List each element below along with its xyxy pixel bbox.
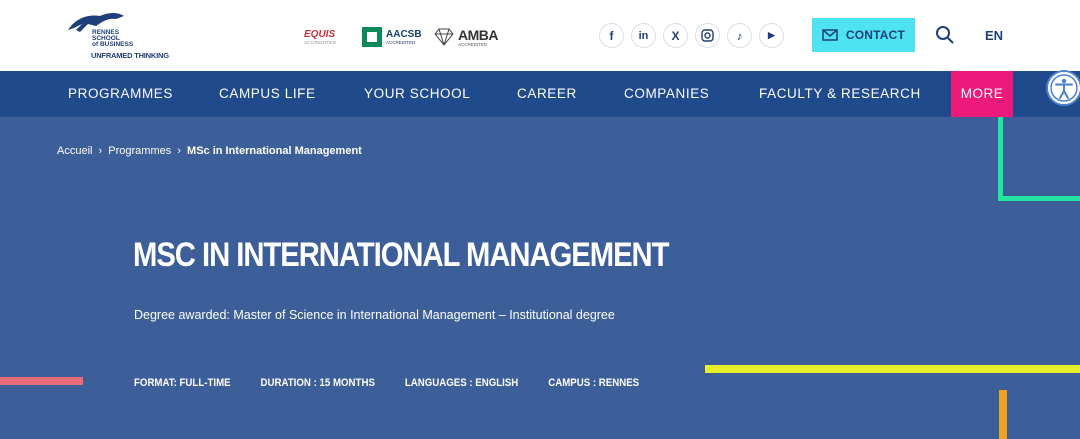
nav-item-your-school[interactable]: YOUR SCHOOL [364, 71, 470, 117]
language-switch[interactable]: EN [985, 28, 1003, 43]
breadcrumb-home-link[interactable]: Accueil [57, 145, 92, 157]
mail-icon [822, 29, 838, 41]
breadcrumb: Accueil › Programmes › MSc in Internatio… [57, 145, 362, 157]
decorative-green-frame [998, 117, 1080, 201]
page-title: MSC IN INTERNATIONAL MANAGEMENT [133, 236, 670, 274]
breadcrumb-current: MSc in International Management [187, 145, 362, 157]
breadcrumb-programmes-link[interactable]: Programmes [108, 145, 171, 157]
search-icon [936, 26, 954, 44]
accessibility-icon [1050, 74, 1078, 102]
logo-tagline: UNFRAMED THINKING [91, 51, 169, 60]
linkedin-icon[interactable]: in [631, 23, 656, 48]
nav-item-programmes[interactable]: PROGRAMMES [68, 71, 173, 117]
logo-wordmark: RENNES SCHOOL of BUSINESS [92, 29, 134, 48]
aacsb-logo-icon [362, 27, 382, 47]
decorative-yellow-line [705, 365, 1080, 373]
x-twitter-icon[interactable]: X [663, 23, 688, 48]
contact-label: CONTACT [845, 28, 906, 42]
contact-button[interactable]: CONTACT [812, 18, 915, 52]
fact-duration: DURATION : 15 MONTHS [260, 377, 375, 389]
breadcrumb-separator: › [177, 145, 181, 157]
amba-label: AMBA [458, 26, 499, 43]
youtube-icon[interactable]: ▶ [759, 23, 784, 48]
equis-sub: ACCREDITED [304, 39, 337, 45]
accessibility-button[interactable] [1046, 70, 1080, 106]
fact-campus: CAMPUS : RENNES [548, 377, 640, 389]
top-header: RENNES SCHOOL of BUSINESS UNFRAMED THINK… [0, 0, 1080, 71]
nav-item-career[interactable]: CAREER [517, 71, 577, 117]
amba-diamond-icon [434, 28, 454, 46]
tiktok-icon[interactable]: ♪ [727, 23, 752, 48]
aacsb-accreditation: AACSB ACCREDITED [362, 24, 422, 50]
main-nav: PROGRAMMES CAMPUS LIFE YOUR SCHOOL CAREE… [0, 71, 1080, 117]
rsb-logo[interactable]: RENNES SCHOOL of BUSINESS UNFRAMED THINK… [66, 10, 169, 62]
fact-languages: LANGUAGES : ENGLISH [404, 377, 519, 389]
equis-accreditation: EQUIS ACCREDITED [304, 24, 336, 50]
amba-accreditation: AMBA ACCREDITED [433, 24, 499, 50]
aacsb-sub: ACCREDITED [386, 39, 416, 45]
decorative-orange-line [999, 390, 1007, 439]
instagram-icon[interactable] [695, 23, 720, 48]
fact-format: FORMAT: FULL-TIME [134, 377, 231, 389]
nav-item-faculty-research[interactable]: FACULTY & RESEARCH [759, 71, 921, 117]
nav-item-companies[interactable]: COMPANIES [624, 71, 709, 117]
decorative-pink-line [0, 377, 83, 385]
programme-facts: FORMAT: FULL-TIME DURATION : 15 MONTHS L… [134, 377, 669, 389]
social-links: f in X ♪ ▶ [599, 23, 784, 48]
nav-item-campus-life[interactable]: CAMPUS LIFE [219, 71, 316, 117]
breadcrumb-separator: › [98, 145, 103, 157]
facebook-icon[interactable]: f [599, 23, 624, 48]
search-button[interactable] [935, 25, 955, 45]
nav-more-button[interactable]: MORE [951, 71, 1013, 117]
degree-awarded: Degree awarded: Master of Science in Int… [134, 308, 615, 322]
aacsb-label: AACSB [386, 28, 422, 40]
equis-label: EQUIS [304, 28, 336, 40]
